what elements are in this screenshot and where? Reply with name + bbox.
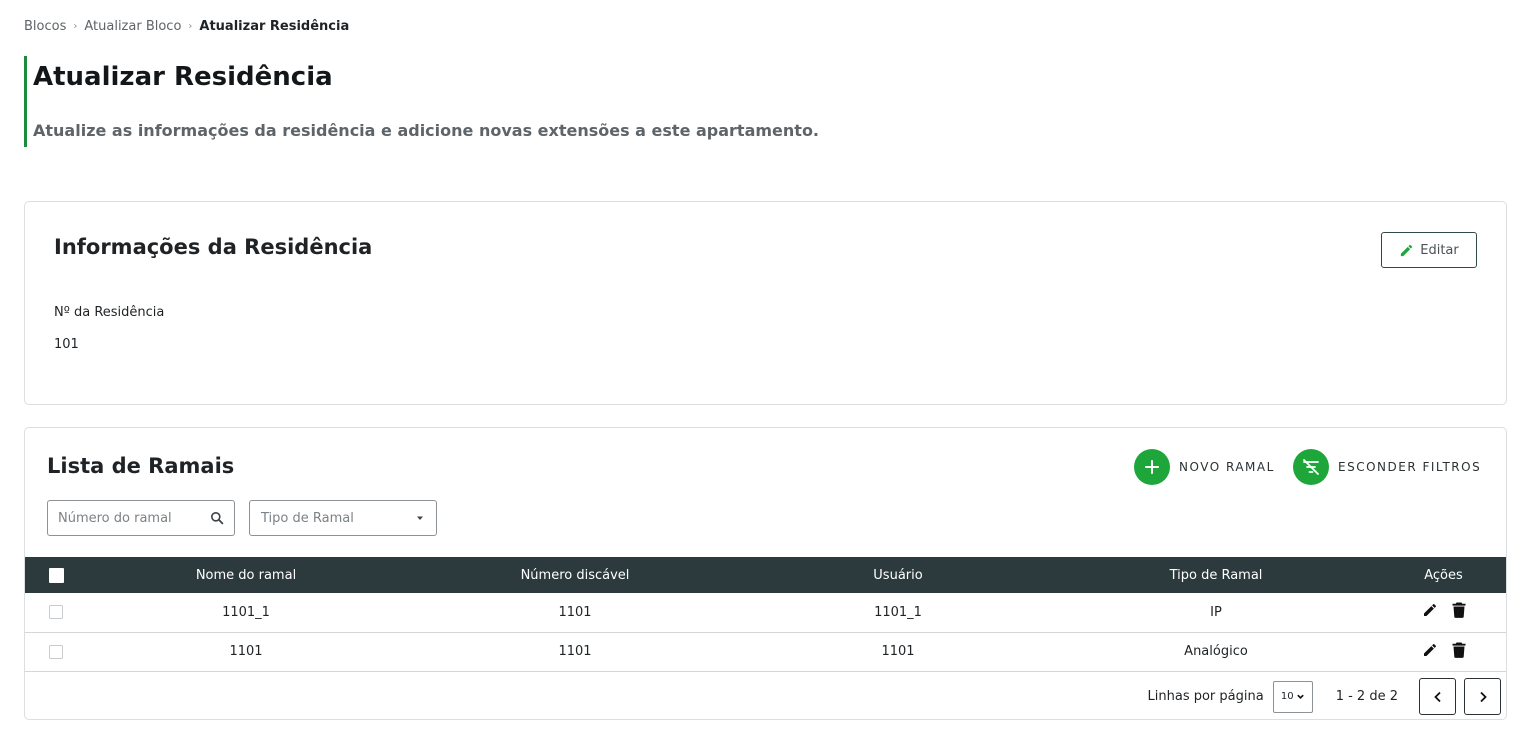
rows-per-page-label: Linhas por página: [1147, 689, 1264, 704]
pagination-range: 1 - 2 de 2: [1335, 689, 1398, 704]
residence-number-label: Nº da Residência: [54, 305, 165, 320]
extension-number-input[interactable]: [58, 510, 198, 526]
plus-icon: [1134, 449, 1170, 485]
extensions-table: Nome do ramal Número discável Usuário Ti…: [25, 557, 1506, 672]
breadcrumb-item-blocos[interactable]: Blocos: [24, 19, 66, 34]
page-subtitle: Atualize as informações da residência e …: [33, 121, 820, 140]
trash-icon[interactable]: [1452, 602, 1466, 619]
pencil-icon: [1399, 243, 1414, 258]
pencil-icon[interactable]: [1422, 602, 1438, 618]
rows-per-page-value: 10: [1280, 691, 1294, 702]
new-extension-label: NOVO RAMAL: [1179, 460, 1275, 474]
cell-actions: [1381, 593, 1506, 632]
previous-page-button[interactable]: [1419, 678, 1456, 715]
row-select-cell: [25, 593, 87, 632]
cell-name: 1101: [229, 644, 263, 659]
chevron-left-icon: [1433, 691, 1443, 703]
breadcrumb-separator-icon: ›: [73, 21, 78, 32]
caret-down-icon: [415, 513, 425, 523]
table-header-row: Nome do ramal Número discável Usuário Ti…: [25, 557, 1506, 593]
select-all-checkbox[interactable]: [48, 567, 64, 583]
breadcrumb-item-current: Atualizar Residência: [199, 19, 350, 34]
column-header-actions: Ações: [1424, 567, 1463, 583]
extension-type-select[interactable]: Tipo de Ramal: [249, 500, 437, 536]
trash-icon[interactable]: [1452, 642, 1466, 658]
cell-type: Analógico: [1184, 644, 1248, 659]
chevron-right-icon: [1478, 691, 1488, 703]
column-header-name[interactable]: Nome do ramal: [87, 557, 405, 593]
residence-info-title: Informações da Residência: [54, 235, 373, 259]
table-row: 1101 1101 1101 Analógico: [25, 632, 1506, 671]
column-header-number[interactable]: Número discável: [405, 557, 745, 593]
page-title: Atualizar Residência: [33, 62, 333, 92]
extension-number-search[interactable]: [47, 500, 235, 536]
cell-type: IP: [1210, 604, 1222, 620]
chevron-down-icon: [1296, 692, 1305, 701]
breadcrumb-separator-icon: ›: [188, 21, 193, 32]
breadcrumb: Blocos › Atualizar Bloco › Atualizar Res…: [24, 19, 349, 34]
select-all-cell: [25, 557, 87, 593]
column-header-type[interactable]: Tipo de Ramal: [1051, 557, 1381, 593]
pagination: Linhas por página 10 1 - 2 de 2: [1148, 678, 1501, 715]
cell-number: 1101: [558, 644, 592, 659]
table-row: 1101_1 1101 1101_1 IP: [25, 593, 1506, 632]
hide-filters-button[interactable]: ESCONDER FILTROS: [1293, 449, 1481, 485]
breadcrumb-item-atualizar-bloco[interactable]: Atualizar Bloco: [84, 19, 181, 34]
cell-actions: [1381, 632, 1506, 671]
extensions-list-card: Lista de Ramais NOVO RAMAL ESCONDER FILT…: [24, 427, 1507, 720]
row-checkbox[interactable]: [49, 605, 63, 620]
pencil-icon[interactable]: [1422, 642, 1438, 658]
residence-info-card: Informações da Residência Editar Nº da R…: [24, 201, 1507, 405]
edit-button[interactable]: Editar: [1381, 232, 1477, 268]
column-header-user[interactable]: Usuário: [745, 557, 1051, 593]
extensions-list-title: Lista de Ramais: [47, 454, 235, 478]
new-extension-button[interactable]: NOVO RAMAL: [1134, 449, 1275, 485]
hide-filters-label: ESCONDER FILTROS: [1338, 460, 1482, 474]
rows-per-page-select[interactable]: 10: [1272, 680, 1313, 713]
filter-off-icon: [1293, 449, 1329, 485]
residence-number-value: 101: [54, 337, 79, 352]
cell-name: 1101_1: [222, 604, 270, 620]
next-page-button[interactable]: [1464, 678, 1501, 715]
cell-number: 1101: [558, 604, 592, 620]
cell-user: 1101: [881, 644, 915, 659]
edit-button-label: Editar: [1420, 242, 1459, 258]
cell-user: 1101_1: [874, 604, 922, 620]
search-icon[interactable]: [210, 511, 224, 525]
row-select-cell: [25, 632, 87, 671]
row-checkbox[interactable]: [49, 644, 63, 659]
page-header: Atualizar Residência Atualize as informa…: [24, 56, 924, 147]
extension-type-placeholder: Tipo de Ramal: [261, 510, 354, 526]
